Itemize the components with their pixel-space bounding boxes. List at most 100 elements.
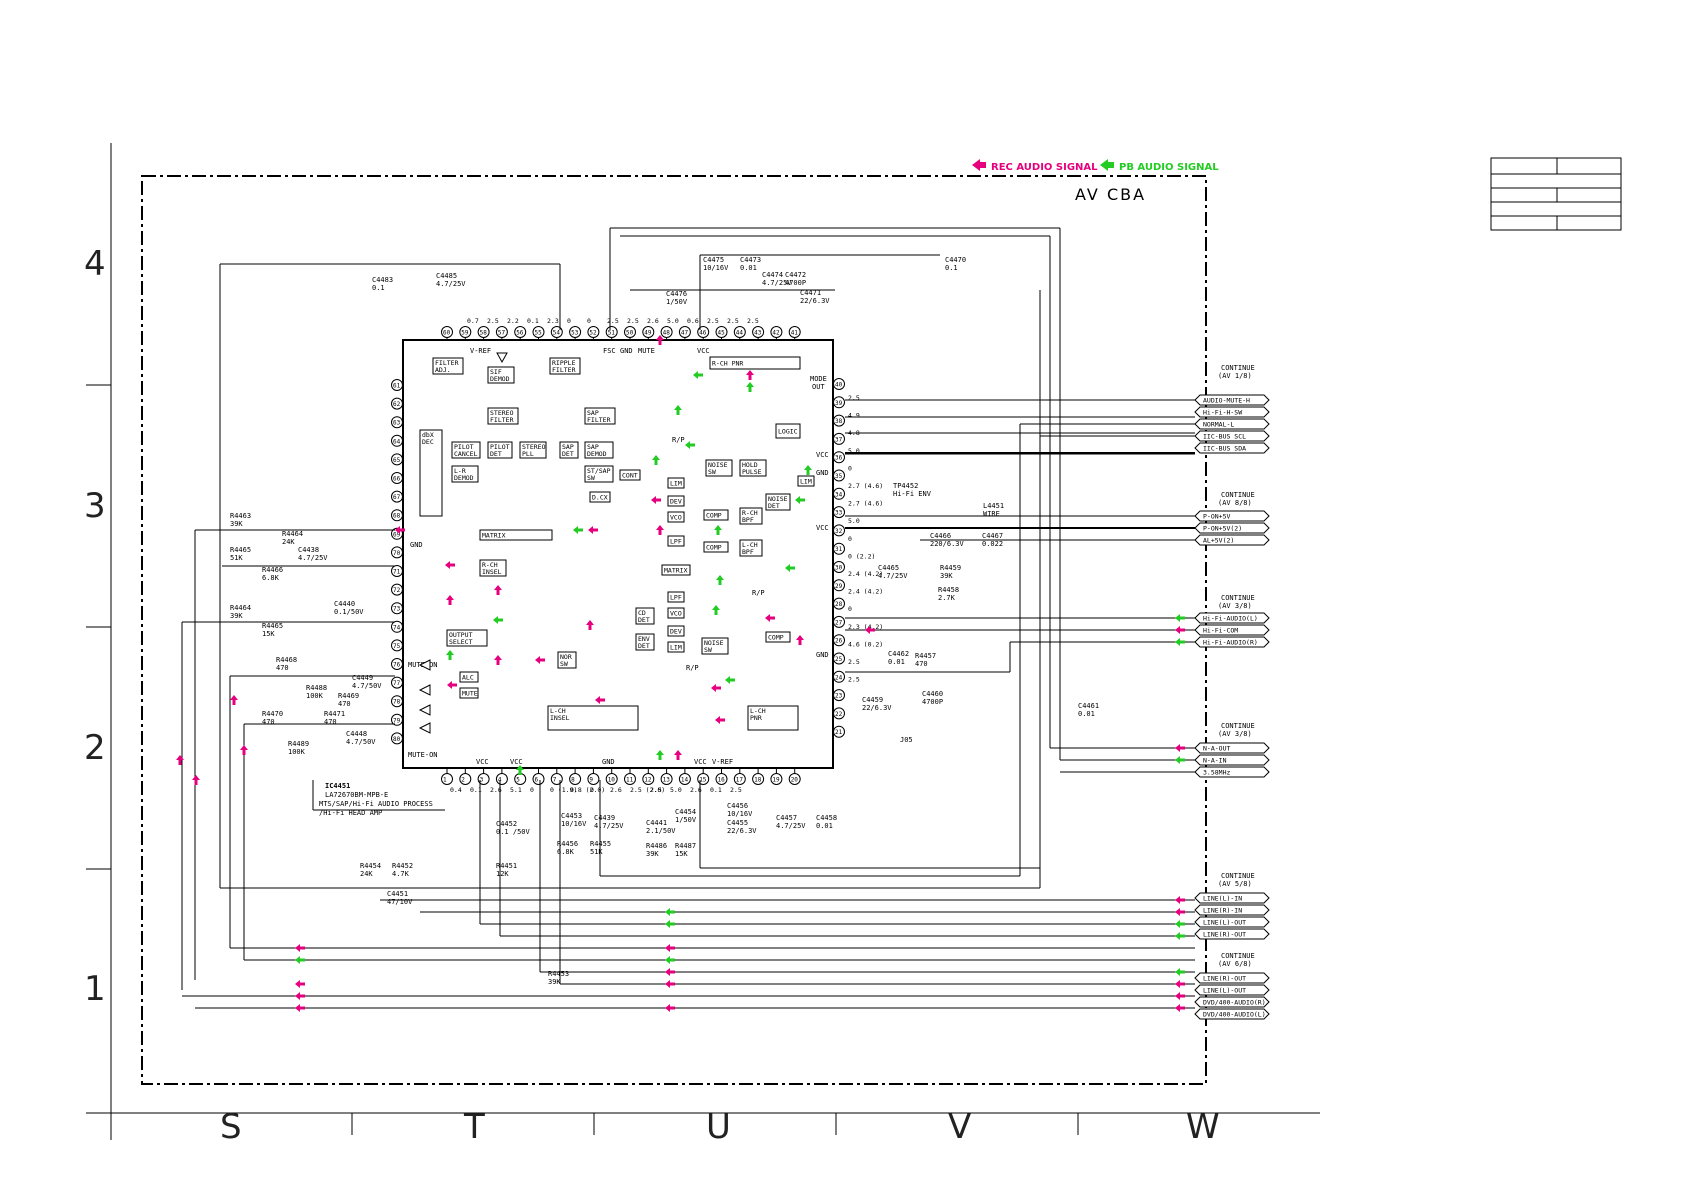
continue-label: CONTINUE xyxy=(1221,722,1255,730)
signal-iic-bus-sda: IIC-BUS SDA xyxy=(1203,445,1246,453)
bottom-voltage: 5.0 xyxy=(670,786,682,794)
block-cd-det: CDDET xyxy=(635,607,655,625)
component-value: 0.01 xyxy=(1078,710,1095,718)
top-voltage: 2.5 xyxy=(607,317,619,325)
ic-description: IC4451 LA72670BM-MPB-E MTS/SAP/Hi-Fi AUD… xyxy=(312,780,445,817)
component-j05: J05 xyxy=(900,736,913,744)
component-c4462: C44620.01 xyxy=(888,650,909,666)
component-value: 470 xyxy=(915,660,928,668)
continue-label: CONTINUE xyxy=(1221,872,1255,880)
ic-desc-2: /Hi-Fi HEAD AMP xyxy=(319,809,382,817)
component-value: 0.01 xyxy=(740,264,757,272)
block-sap-det: SAPDET xyxy=(559,441,579,459)
component-value: 0.01 xyxy=(888,658,905,666)
component-c4473: C44730.01 xyxy=(740,256,761,272)
block-label: DEMOD xyxy=(454,474,474,482)
label-vref-bottom: V-REF xyxy=(712,758,733,766)
rec-signal-arrow-icon xyxy=(1175,626,1185,634)
pb-signal-arrow-icon xyxy=(1175,614,1185,622)
component-r4456: R44566.8K xyxy=(557,840,578,856)
component-value: 0.022 xyxy=(982,540,1003,548)
component-value: 39K xyxy=(646,850,659,858)
component-tp4452: TP4452Hi-Fi ENV xyxy=(893,482,932,498)
pin-37: 37 xyxy=(835,436,843,443)
block-label: COMP xyxy=(706,544,722,552)
bottom-voltage: 0 xyxy=(590,786,594,794)
top-voltage: 0.7 xyxy=(467,317,479,325)
continue-label: CONTINUE xyxy=(1221,594,1255,602)
top-voltage: 2.5 xyxy=(747,317,759,325)
block-output-select: OUTPUTSELECT xyxy=(446,629,488,647)
signal-line-l-in: LINE(L)-IN xyxy=(1203,895,1242,903)
block-label: CANCEL xyxy=(454,450,478,458)
component-ref: R4454 xyxy=(360,862,381,870)
component-c4458: C44580.01 xyxy=(816,814,837,830)
component-value: 0.1/50V xyxy=(334,608,364,616)
block-hold-pulse: HOLDPULSE xyxy=(739,459,767,477)
component-value: 10/16V xyxy=(727,810,753,818)
ic-ref: IC4451 xyxy=(325,782,350,790)
col-label-t: T xyxy=(463,1107,485,1147)
block-label: LIM xyxy=(670,644,682,652)
pin-74: 74 xyxy=(393,624,401,631)
pb-signal-arrow-icon xyxy=(446,650,454,660)
pb-signal-arrow-icon xyxy=(725,676,735,684)
component-value: 4.7/50V xyxy=(352,682,382,690)
pin-29: 29 xyxy=(835,583,843,590)
pin-56: 56 xyxy=(516,330,524,337)
block-sap-filter: SAPFILTER xyxy=(584,407,616,425)
component-ref: C4458 xyxy=(816,814,837,822)
component-c4453: C445310/16V xyxy=(561,812,587,828)
component-ref: C4460 xyxy=(922,690,943,698)
component-value: 4700P xyxy=(785,279,806,287)
pin-68: 68 xyxy=(393,513,401,520)
component-ref: C4476 xyxy=(666,290,687,298)
rec-signal-arrow-icon xyxy=(665,1004,675,1012)
component-value: 39K xyxy=(230,612,243,620)
block-label: DEMOD xyxy=(587,450,607,458)
pb-arrow-icon xyxy=(1100,159,1114,171)
signal-hi-fi-com: Hi-Fi-COM xyxy=(1203,627,1238,635)
component-ref: R4455 xyxy=(590,840,611,848)
component-value: 470 xyxy=(338,700,351,708)
component-ref: C4461 xyxy=(1078,702,1099,710)
label-out: OUT xyxy=(812,383,825,391)
connector-1: CONTINUE(AV 1/8) AUDIO-MUTE-H Hi-Fi-H-SW NO… xyxy=(1194,364,1270,454)
top-voltage: 0.6 xyxy=(687,317,699,325)
pin-59: 59 xyxy=(461,330,469,337)
component-c4459: C445922/6.3V xyxy=(862,696,892,712)
pin-62: 62 xyxy=(393,401,401,408)
block-noise-det: NOISEDET xyxy=(765,493,791,511)
continue-sheet: (AV 1/8) xyxy=(1218,372,1252,380)
rec-signal-arrow-icon xyxy=(192,775,200,785)
component-ref: L4451 xyxy=(983,502,1004,510)
component-ref: C4471 xyxy=(800,289,821,297)
component-value: 15K xyxy=(262,630,275,638)
component-r4487: R448715K xyxy=(675,842,696,858)
block-dev: DEV xyxy=(667,625,685,637)
block-label: DET xyxy=(638,616,650,624)
component-value: 100K xyxy=(306,692,324,700)
signal-p-on-5v: P-ON+5V xyxy=(1203,513,1230,521)
right-voltage: 0 xyxy=(848,535,852,543)
component-c4451: C445147/10V xyxy=(387,890,413,906)
block-label: LIM xyxy=(670,480,682,488)
block-label: COMP xyxy=(706,512,722,520)
rec-signal-arrow-icon xyxy=(586,620,594,630)
component-value: 2.1/50V xyxy=(646,827,676,835)
continue-sheet: (AV 3/8) xyxy=(1218,730,1252,738)
pin-11: 11 xyxy=(626,777,634,784)
block-pilot-cancel: PILOTCANCEL xyxy=(451,441,481,459)
rec-signal-arrow-icon xyxy=(1175,1004,1185,1012)
component-c4470: C44700.1 xyxy=(945,256,966,272)
label-mute-on-2: MUTE-ON xyxy=(408,751,438,759)
pin-40: 40 xyxy=(835,382,843,389)
pin-79: 79 xyxy=(393,717,401,724)
pin-24: 24 xyxy=(835,674,843,681)
block-filter-adj: FILTERADJ. xyxy=(432,357,464,375)
continue-label: CONTINUE xyxy=(1221,364,1255,372)
rec-signal-arrow-icon xyxy=(176,755,184,765)
label-vcc: VCC xyxy=(697,347,710,355)
component-ref: R4468 xyxy=(276,656,297,664)
pin-53: 53 xyxy=(571,330,579,337)
